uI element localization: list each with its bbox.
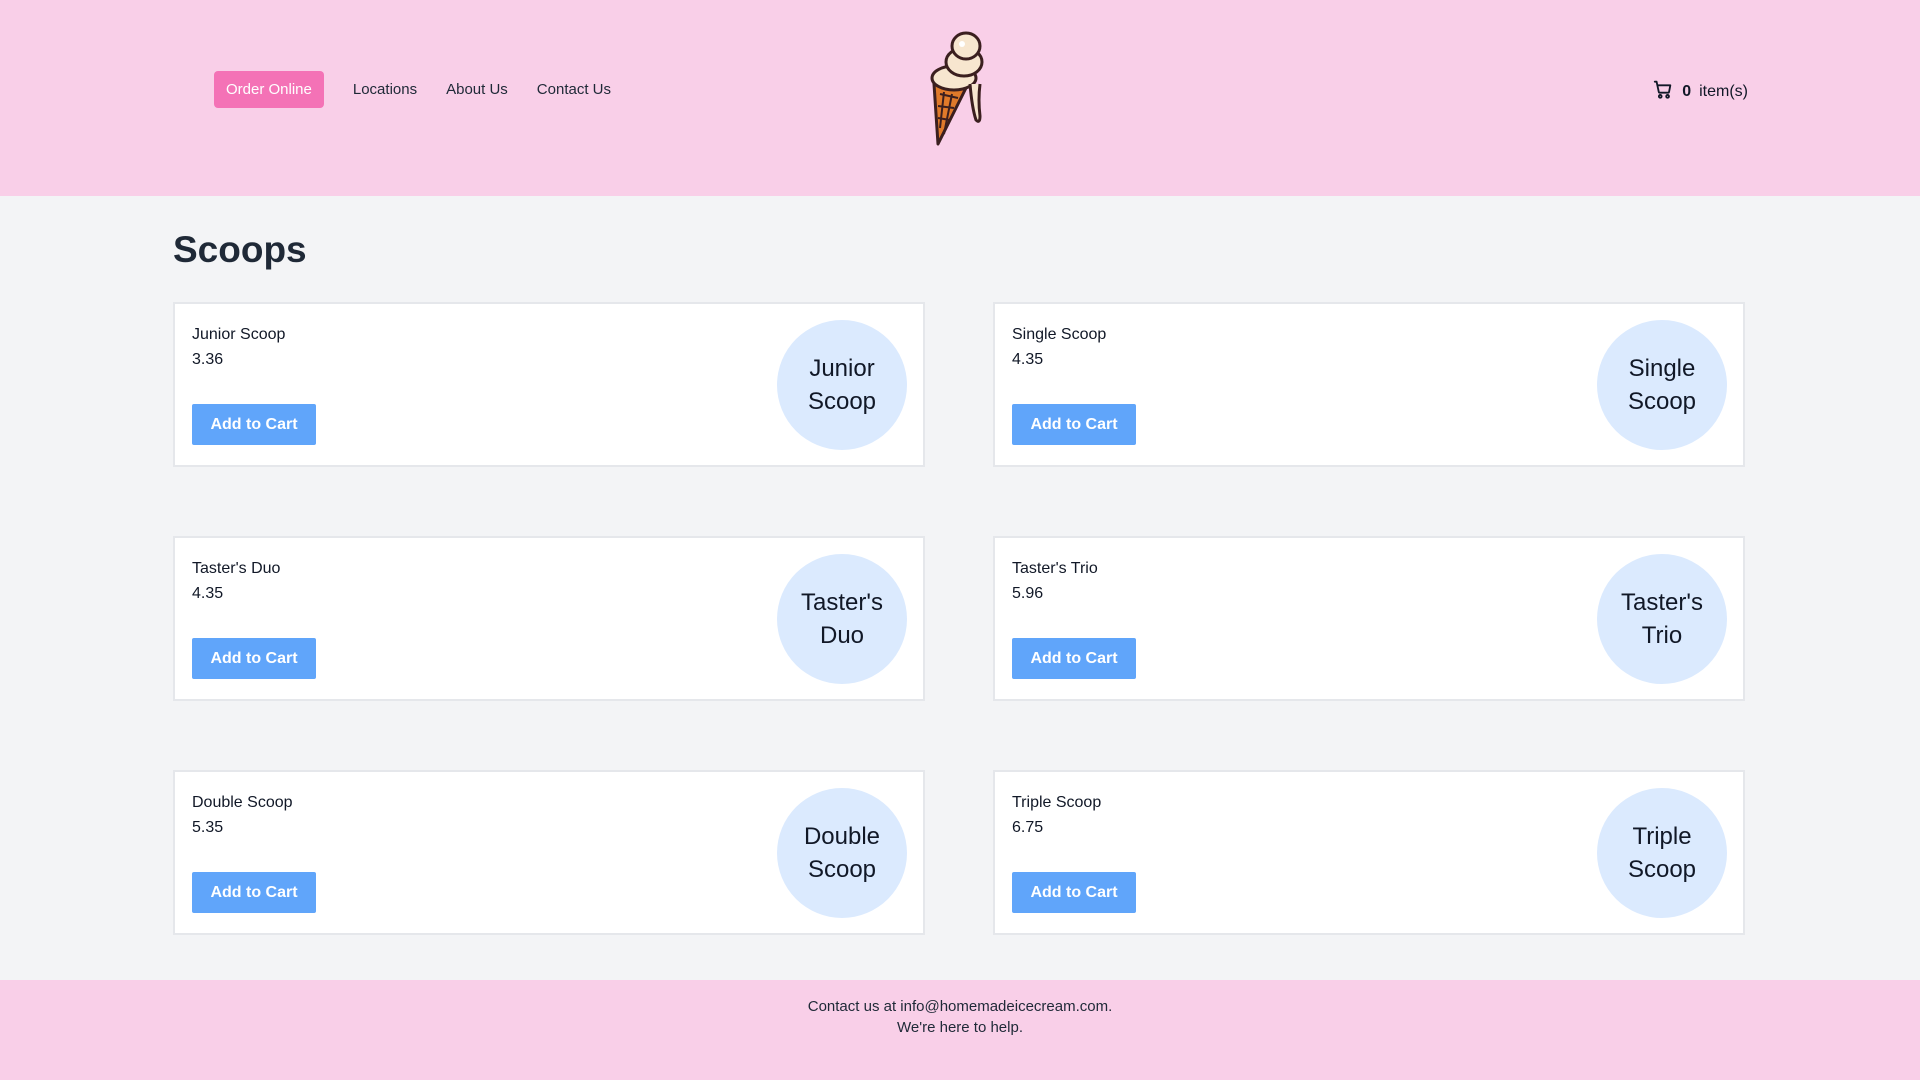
footer-contact-text: Contact us at info@homemadeicecream.com. bbox=[807, 998, 1113, 1015]
add-to-cart-button[interactable]: Add to Cart bbox=[1012, 404, 1136, 445]
product-badge: Junior Scoop bbox=[777, 320, 907, 450]
cart-summary[interactable]: 0 item(s) bbox=[1652, 78, 1748, 105]
product-name: Junior Scoop bbox=[192, 326, 286, 343]
add-to-cart-button[interactable]: Add to Cart bbox=[192, 872, 316, 913]
product-name: Taster's Trio bbox=[1012, 560, 1098, 577]
product-card: Junior Scoop 3.36 Add to Cart Junior Sco… bbox=[173, 302, 925, 467]
page-title: Scoops bbox=[173, 229, 307, 270]
nav-link-contact-us[interactable]: Contact Us bbox=[537, 81, 611, 98]
product-price: 5.35 bbox=[192, 819, 224, 836]
nav-link-about-us[interactable]: About Us bbox=[446, 81, 508, 98]
shopping-cart-icon bbox=[1652, 78, 1674, 105]
add-to-cart-button[interactable]: Add to Cart bbox=[1012, 638, 1136, 679]
product-card: Double Scoop 5.35 Add to Cart Double Sco… bbox=[173, 770, 925, 935]
product-card: Single Scoop 4.35 Add to Cart Single Sco… bbox=[993, 302, 1745, 467]
product-badge: Double Scoop bbox=[777, 788, 907, 918]
product-name: Single Scoop bbox=[1012, 326, 1107, 343]
add-to-cart-button[interactable]: Add to Cart bbox=[192, 404, 316, 445]
product-price: 3.36 bbox=[192, 351, 224, 368]
ice-cream-cone-icon[interactable] bbox=[926, 28, 992, 150]
product-badge: Taster's Trio bbox=[1597, 554, 1727, 684]
order-online-button[interactable]: Order Online bbox=[214, 71, 324, 108]
product-price: 4.35 bbox=[1012, 351, 1044, 368]
product-name: Double Scoop bbox=[192, 794, 293, 811]
site-footer: Contact us at info@homemadeicecream.com.… bbox=[0, 980, 1920, 1080]
product-card: Triple Scoop 6.75 Add to Cart Triple Sco… bbox=[993, 770, 1745, 935]
product-badge: Taster's Duo bbox=[777, 554, 907, 684]
footer-help-text: We're here to help. bbox=[897, 1019, 1023, 1036]
site-header: Order Online Locations About Us Contact … bbox=[0, 0, 1920, 196]
add-to-cart-button[interactable]: Add to Cart bbox=[1012, 872, 1136, 913]
product-name: Taster's Duo bbox=[192, 560, 281, 577]
cart-count: 0 bbox=[1682, 82, 1692, 100]
product-badge: Triple Scoop bbox=[1597, 788, 1727, 918]
product-name: Triple Scoop bbox=[1012, 794, 1102, 811]
cart-label: item(s) bbox=[1699, 82, 1748, 100]
product-price: 4.35 bbox=[192, 585, 224, 602]
product-price: 5.96 bbox=[1012, 585, 1044, 602]
nav-link-locations[interactable]: Locations bbox=[353, 81, 417, 98]
add-to-cart-button[interactable]: Add to Cart bbox=[192, 638, 316, 679]
product-card: Taster's Trio 5.96 Add to Cart Taster's … bbox=[993, 536, 1745, 701]
product-card: Taster's Duo 4.35 Add to Cart Taster's D… bbox=[173, 536, 925, 701]
product-price: 6.75 bbox=[1012, 819, 1044, 836]
main-nav: Order Online Locations About Us Contact … bbox=[214, 71, 611, 108]
product-badge: Single Scoop bbox=[1597, 320, 1727, 450]
